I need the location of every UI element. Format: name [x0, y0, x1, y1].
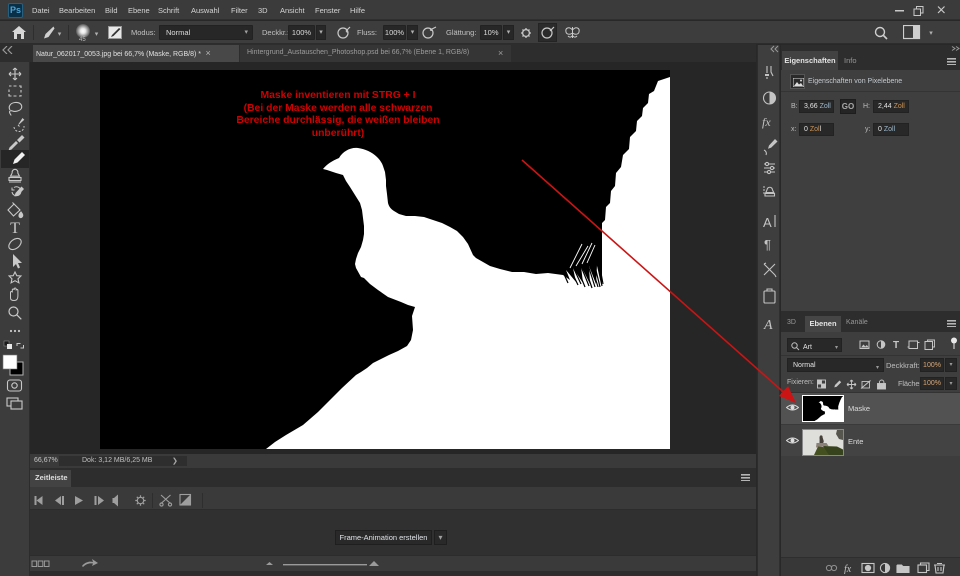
svg-text:¶: ¶ — [764, 237, 771, 252]
svg-text:fx: fx — [762, 115, 771, 129]
svg-text:A: A — [763, 215, 772, 230]
svg-text:A: A — [763, 318, 773, 333]
svg-text:T: T — [893, 340, 899, 351]
svg-text:fx: fx — [844, 564, 852, 574]
svg-text:T: T — [10, 220, 20, 237]
